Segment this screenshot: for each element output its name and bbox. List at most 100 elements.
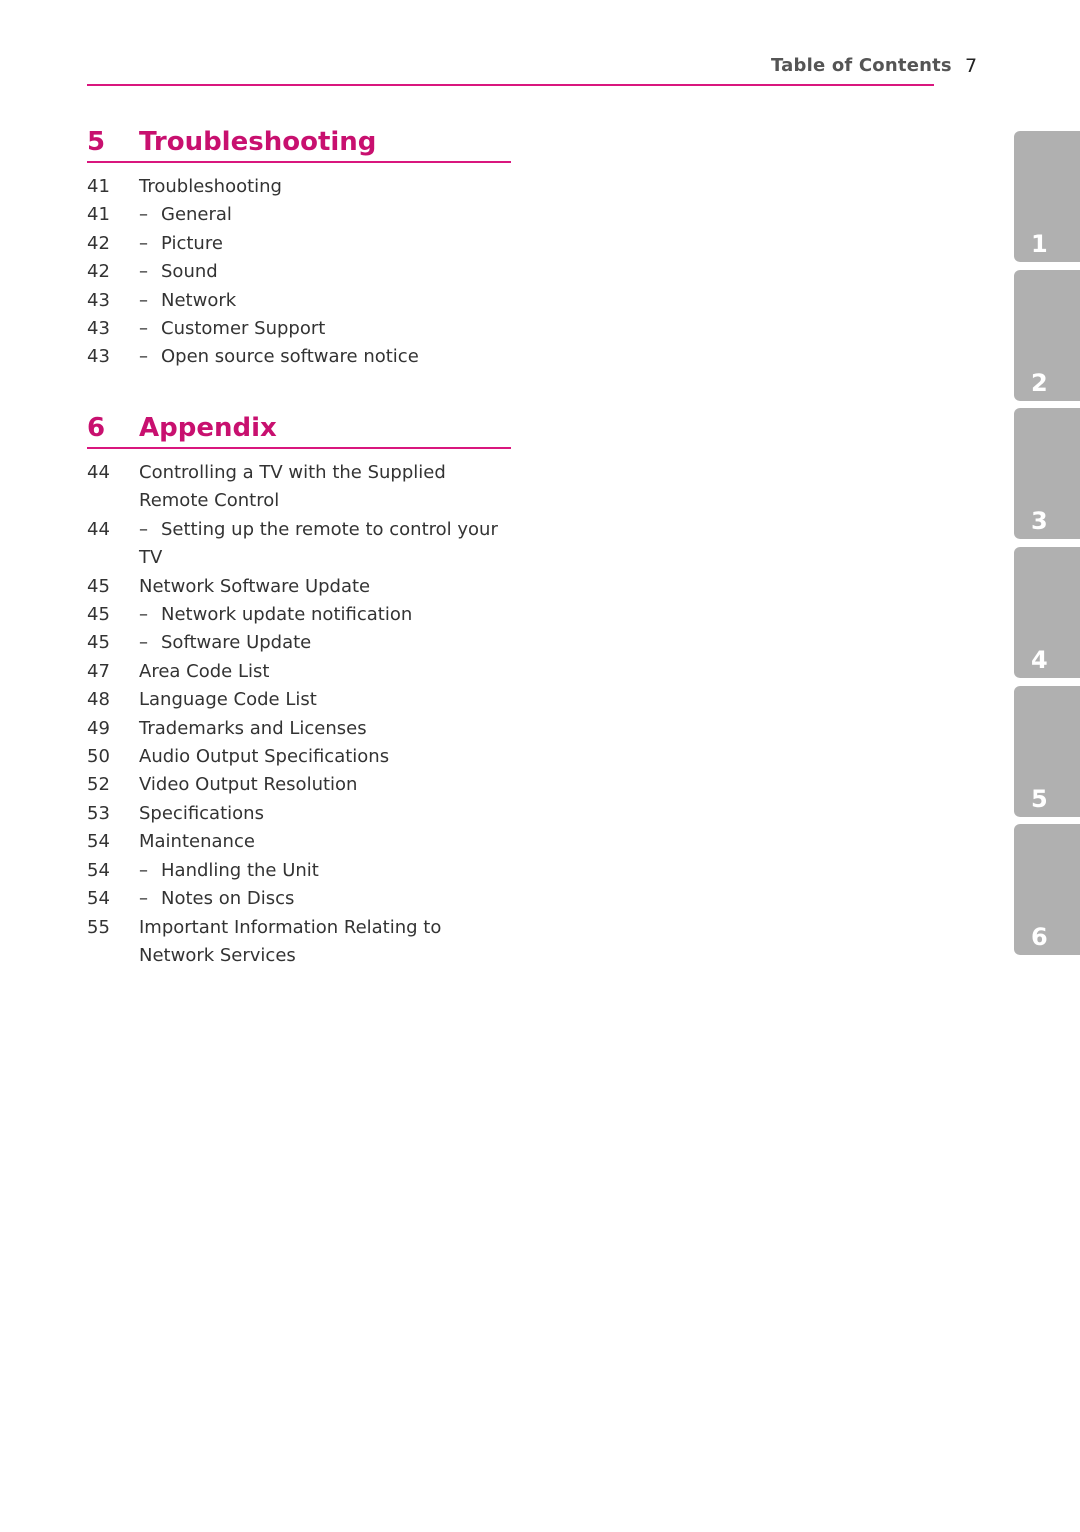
toc-entry[interactable]: 43 – Customer Support xyxy=(87,315,511,343)
toc-page-number: 50 xyxy=(87,746,110,768)
toc-entry[interactable]: 41 – General xyxy=(87,201,511,229)
toc-entry-label: – Network xyxy=(139,287,511,315)
toc-entry[interactable]: 44 – Setting up the remote to control your… xyxy=(87,516,511,573)
subentry-dash: – xyxy=(139,261,148,283)
tab-number: 2 xyxy=(1031,369,1048,397)
toc-entry[interactable]: 42 – Sound xyxy=(87,258,511,286)
toc-entry[interactable]: 45 Network Software Update xyxy=(87,573,511,601)
toc-entry-label: – Setting up the remote to control your T… xyxy=(139,516,511,573)
subentry-dash: – xyxy=(139,632,148,654)
toc-entry[interactable]: 48 Language Code List xyxy=(87,686,511,714)
toc-entry-label: Maintenance xyxy=(139,828,511,856)
toc-entry[interactable]: 50 Audio Output Specifications xyxy=(87,743,511,771)
tab-number: 3 xyxy=(1031,507,1048,535)
toc-entry-text: Area Code List xyxy=(139,660,270,682)
toc-entry-text: Video Output Resolution xyxy=(139,774,358,796)
toc-entry-label: – Sound xyxy=(139,258,511,286)
toc-page-number: 47 xyxy=(87,660,110,682)
toc-entry-text: Open source software notice xyxy=(161,346,419,368)
chapter-tab-6[interactable]: 6 xyxy=(1014,824,1080,955)
section-number: 6 xyxy=(87,413,106,443)
page-number: 7 xyxy=(965,55,978,77)
toc-entry[interactable]: 42 – Picture xyxy=(87,230,511,258)
tab-number: 5 xyxy=(1031,785,1048,813)
chapter-tab-5[interactable]: 5 xyxy=(1014,686,1080,817)
subentry-dash: – xyxy=(139,518,148,540)
toc-entry[interactable]: 53 Specifications xyxy=(87,800,511,828)
toc-entry[interactable]: 43 – Open source software notice xyxy=(87,343,511,371)
subentry-dash: – xyxy=(139,888,148,910)
toc-page-number: 48 xyxy=(87,689,110,711)
toc-entry-text: Picture xyxy=(161,232,223,254)
toc-page-number: 53 xyxy=(87,802,110,824)
tab-number: 6 xyxy=(1031,923,1048,951)
section-troubleshooting: 5 Troubleshooting 41 Troubleshooting 41– Ge… xyxy=(87,127,511,372)
toc-entry-text: Setting up the remote to control your TV xyxy=(139,518,498,569)
chapter-tab-3[interactable]: 3 xyxy=(1014,408,1080,539)
toc-entry-label: – Customer Support xyxy=(139,315,511,343)
toc-entry[interactable]: 44 Controlling a TV with the Supplied Rem… xyxy=(87,459,511,516)
toc-entry-text: Important Information Relating to Networ… xyxy=(139,916,442,966)
toc-entry[interactable]: 43 – Network xyxy=(87,287,511,315)
toc-entry-label: – Open source software notice xyxy=(139,343,511,371)
toc-page-number: 54 xyxy=(87,831,110,853)
section-heading: 6 Appendix xyxy=(87,413,511,449)
toc-entry-label: – Handling the Unit xyxy=(139,857,511,885)
toc-entry-label: – Notes on Discs xyxy=(139,885,511,913)
toc-entry-label: Important Information Relating to Networ… xyxy=(139,914,511,971)
toc-entry-label: Audio Output Specifications xyxy=(139,743,511,771)
toc-page-number: 52 xyxy=(87,774,110,796)
toc-entry-text: Troubleshooting xyxy=(139,176,282,197)
header-title: Table of Contents xyxy=(771,55,952,76)
toc-entry-text: Specifications xyxy=(139,802,264,824)
toc-page-number: 42 xyxy=(87,232,110,254)
subentry-dash: – xyxy=(139,604,148,626)
toc-entry-label: Troubleshooting xyxy=(139,173,511,201)
subentry-dash: – xyxy=(139,289,148,311)
toc-entry-label: Controlling a TV with the Supplied Remot… xyxy=(139,459,511,516)
section-title: Appendix xyxy=(139,413,277,443)
toc-entry[interactable]: 54 – Notes on Discs xyxy=(87,885,511,913)
toc-entry-text: Network Software Update xyxy=(139,575,371,597)
toc-page-number: 43 xyxy=(87,289,110,311)
toc-entry[interactable]: 49 Trademarks and Licenses xyxy=(87,715,511,743)
chapter-tab-2[interactable]: 2 xyxy=(1014,270,1080,401)
toc-entry-text: Trademarks and Licenses xyxy=(139,717,367,739)
toc-page-number: 45 xyxy=(87,604,110,626)
toc-entry[interactable]: 54 Maintenance xyxy=(87,828,511,856)
toc-page-number: 44 xyxy=(87,518,110,540)
subentry-dash: – xyxy=(139,318,148,340)
tab-number: 4 xyxy=(1031,646,1048,674)
toc-page-number: 49 xyxy=(87,717,110,739)
toc-page-number: 43 xyxy=(87,346,110,368)
subentry-dash: – xyxy=(139,346,148,368)
toc-entry-text: General xyxy=(161,204,232,226)
toc-entry[interactable]: 54 – Handling the Unit xyxy=(87,857,511,885)
toc-entry[interactable]: 45 – Network update notification xyxy=(87,601,511,629)
toc-entry-text: Network update notification xyxy=(161,604,413,626)
subentry-dash: – xyxy=(139,232,148,254)
toc-entry-label: – Software Update xyxy=(139,629,511,657)
toc-entry[interactable]: 47 Area Code List xyxy=(87,658,511,686)
section-title: Troubleshooting xyxy=(139,127,377,157)
toc-entry-text: Customer Support xyxy=(161,318,326,340)
subentry-dash: – xyxy=(139,859,148,881)
toc-entry-label: Trademarks and Licenses xyxy=(139,715,511,743)
subentry-dash: – xyxy=(139,204,148,226)
toc-entry-label: – Picture xyxy=(139,230,511,258)
toc-entry-text: Maintenance xyxy=(139,831,255,853)
toc-page-number: 55 xyxy=(87,916,110,938)
chapter-tab-4[interactable]: 4 xyxy=(1014,547,1080,678)
toc-entry[interactable]: 41 Troubleshooting xyxy=(87,173,511,201)
toc-entry-label: Video Output Resolution xyxy=(139,771,511,799)
toc-entry-text: Notes on Discs xyxy=(161,888,295,910)
toc-entry[interactable]: 55 Important Information Relating to Netw… xyxy=(87,914,511,971)
toc-entry[interactable]: 45 – Software Update xyxy=(87,629,511,657)
toc-entry-text: Controlling a TV with the Supplied Remot… xyxy=(139,462,446,512)
toc-page-number: 54 xyxy=(87,888,110,910)
toc-page-number: 42 xyxy=(87,261,110,283)
toc-entry[interactable]: 52 Video Output Resolution xyxy=(87,771,511,799)
toc-entry-label: Language Code List xyxy=(139,686,511,714)
toc-entry-text: Audio Output Specifications xyxy=(139,746,390,768)
chapter-tab-1[interactable]: 1 xyxy=(1014,131,1080,262)
